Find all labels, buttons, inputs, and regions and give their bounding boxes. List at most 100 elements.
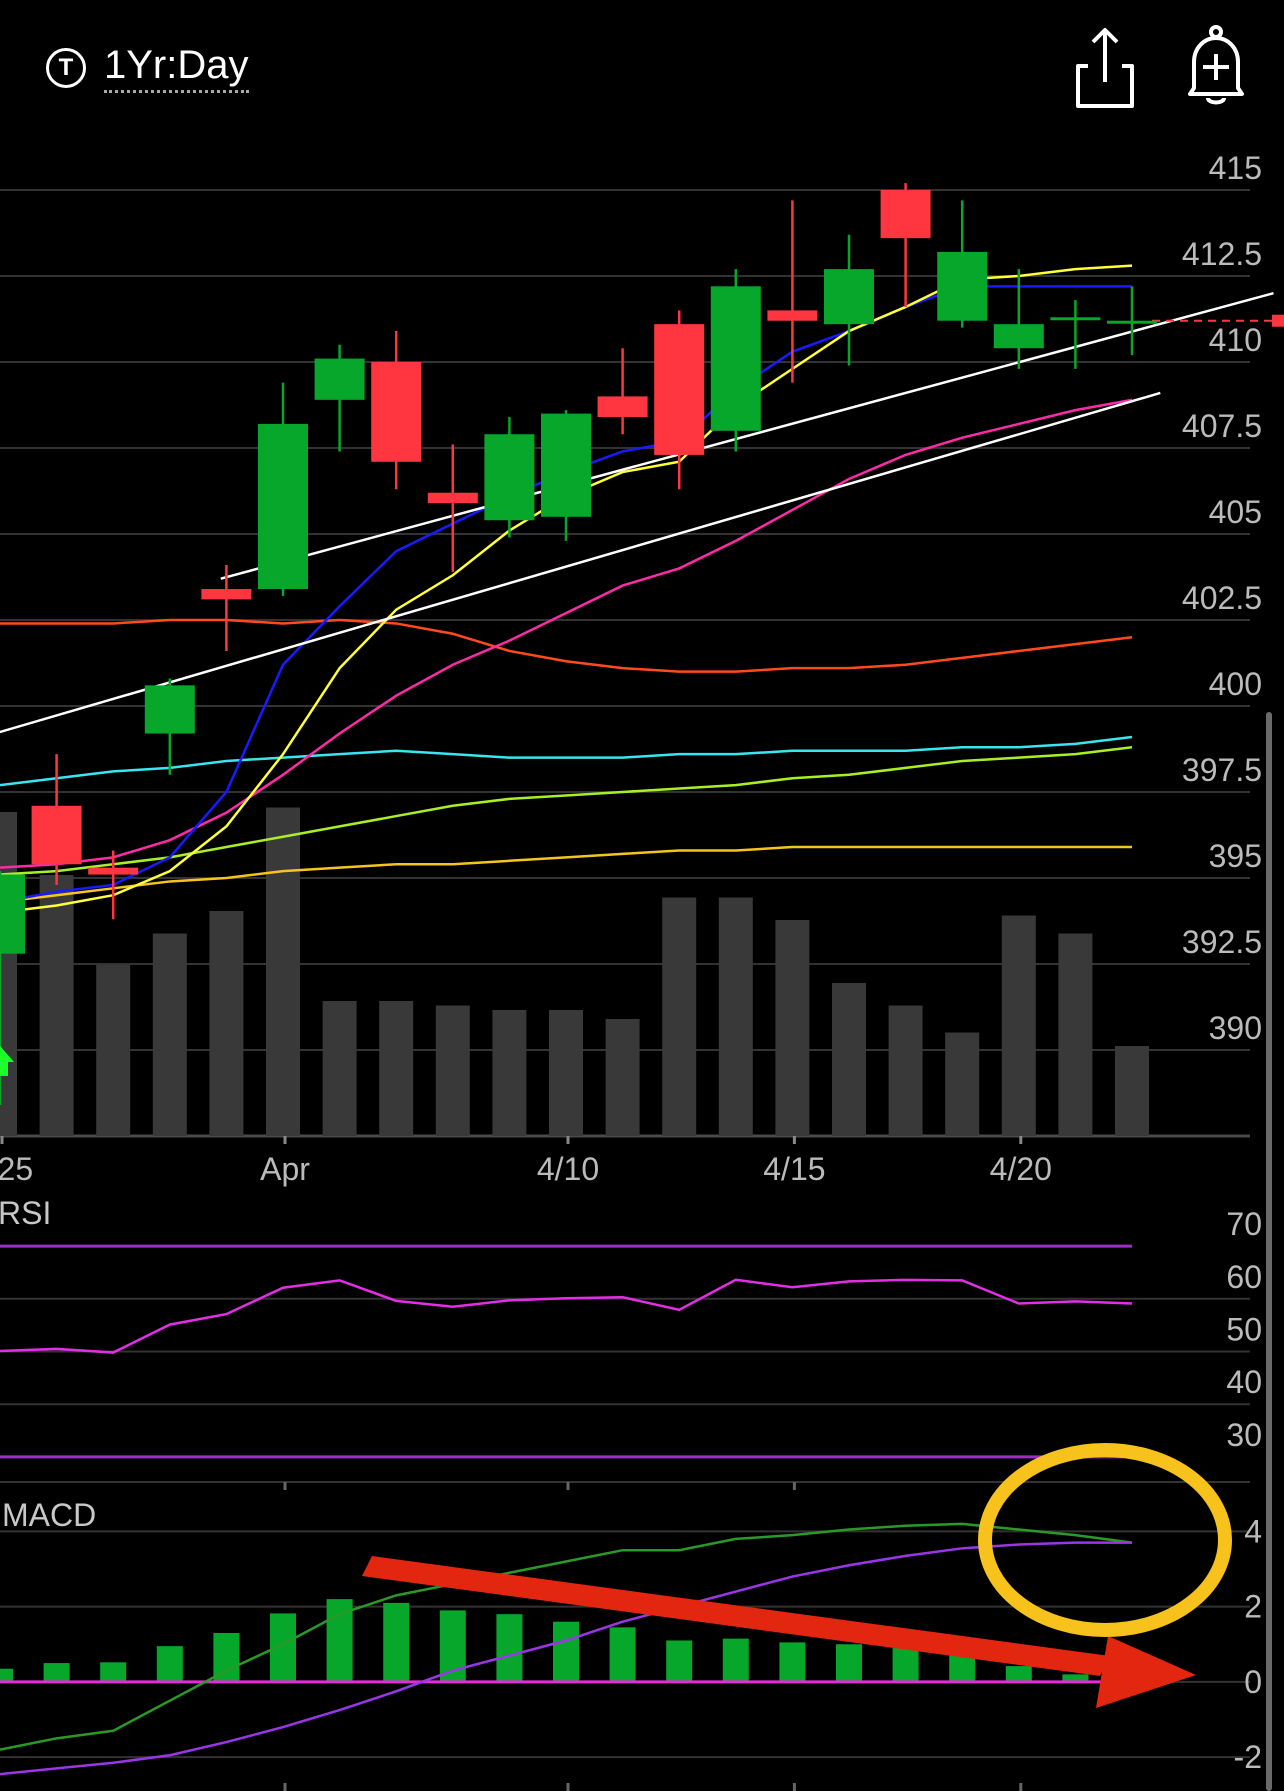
volume-bar [379, 1001, 414, 1136]
volume-bar [1058, 933, 1093, 1136]
volume-bar [266, 807, 300, 1136]
price-tick-label: 397.5 [1182, 752, 1262, 788]
macd-tick-label: -2 [1234, 1739, 1262, 1775]
volume-bar [945, 1032, 980, 1136]
rsi-tick-label: 40 [1226, 1364, 1262, 1400]
price-tick-label: 407.5 [1182, 408, 1262, 444]
macd-tick-label: 0 [1244, 1664, 1262, 1700]
candle-body [31, 805, 82, 865]
price-tick-label: 402.5 [1182, 580, 1262, 616]
date-tick-label: 4/15 [763, 1151, 825, 1187]
price-tick-label: 390 [1209, 1010, 1262, 1046]
macd-histogram-bar [0, 1668, 13, 1682]
candle-body [597, 396, 648, 418]
scrollbar[interactable] [1266, 712, 1272, 1791]
macd-panel: MACD -2 0 2 4 [0, 1497, 1262, 1791]
candle-body [314, 358, 365, 400]
macd-histogram-bar [43, 1663, 70, 1682]
volume-bar [605, 1019, 640, 1136]
volume-bar [0, 812, 17, 1136]
last-price-marker [1272, 314, 1284, 327]
downtrend-arrowhead [1096, 1636, 1196, 1708]
volume-bar [492, 1010, 527, 1136]
macd-histogram-bar [383, 1602, 410, 1682]
candle-body [710, 286, 761, 431]
candle-body [541, 413, 591, 517]
volume-bar [209, 911, 244, 1136]
period-type-icon: T [46, 48, 86, 88]
volume-bar [718, 897, 753, 1136]
price-tick-label: 415 [1209, 150, 1262, 186]
volume-bar [435, 1005, 470, 1136]
date-tick-label: Apr [260, 1151, 310, 1187]
candle-body [654, 324, 705, 455]
price-tick-label: 412.5 [1182, 236, 1262, 272]
price-tick-label: 405 [1209, 494, 1262, 530]
date-tick-label: 4/10 [537, 1151, 599, 1187]
candle-body [767, 310, 818, 321]
macd-histogram-bar [722, 1638, 749, 1682]
macd-histogram-bar [779, 1642, 806, 1682]
macd-histogram-bar [666, 1640, 693, 1682]
share-icon [1076, 28, 1134, 108]
volume-bar [1115, 1046, 1149, 1136]
alert-button[interactable] [1176, 24, 1256, 110]
bell-plus-icon [1188, 25, 1244, 105]
candle-body [937, 251, 988, 321]
rsi-panel: RSI 30 40 50 60 70 [0, 1195, 1262, 1490]
candle-body [484, 434, 535, 521]
volume-bar [549, 1010, 583, 1136]
rsi-tick-label: 50 [1226, 1312, 1262, 1348]
candle-body [824, 269, 874, 325]
macd-histogram-bar [553, 1621, 579, 1682]
rsi-tick-label: 60 [1226, 1259, 1262, 1295]
candle-body [88, 867, 139, 875]
candle-body [144, 685, 195, 734]
moving-average-line [0, 618, 1133, 673]
volume-bar [39, 875, 74, 1136]
rsi-tick-label: 70 [1226, 1206, 1262, 1242]
macd-histogram-bar [1005, 1666, 1032, 1682]
candle-body [1107, 320, 1157, 324]
candle-body [1050, 317, 1101, 321]
candle-body [427, 492, 478, 504]
date-tick-label: 4/20 [990, 1151, 1052, 1187]
macd-histogram-bar [609, 1627, 636, 1682]
date-tick-label: 3/25 [0, 1151, 33, 1187]
volume-bar [775, 920, 810, 1136]
volume-bar [322, 1001, 357, 1136]
candle-body [993, 324, 1044, 349]
rsi-title: RSI [0, 1195, 51, 1231]
rsi-tick-label: 30 [1226, 1417, 1262, 1453]
macd-tick-label: 2 [1244, 1589, 1262, 1625]
date-axis: 3/25 Apr 4/10 4/15 4/20 [0, 1136, 1052, 1187]
volume-bar [662, 897, 697, 1136]
macd-histogram-bar [156, 1646, 183, 1682]
candle-body [0, 874, 25, 954]
volume-bar [96, 965, 131, 1136]
moving-average-line [0, 845, 1132, 904]
price-tick-label: 400 [1209, 666, 1262, 702]
macd-histogram-bar [836, 1644, 862, 1682]
share-button[interactable] [1066, 24, 1146, 110]
candle-body [371, 362, 422, 462]
macd-histogram-bar [892, 1648, 919, 1682]
volume-bar [152, 933, 187, 1136]
period-label: 1Yr:Day [104, 43, 249, 93]
macd-histogram-bar [496, 1614, 523, 1682]
macd-tick-label: 4 [1244, 1513, 1262, 1549]
volume-bar [832, 983, 866, 1136]
price-tick-label: 395 [1209, 838, 1262, 874]
candle-body [258, 423, 308, 590]
period-selector-button[interactable]: T 1Yr:Day [46, 40, 249, 96]
rsi-line [0, 1278, 1133, 1354]
volume-bar [1001, 915, 1036, 1136]
top-bar: T 1Yr:Day [0, 0, 1284, 130]
volume-bar [888, 1005, 923, 1136]
candle-body [201, 589, 252, 600]
price-tick-label: 410 [1209, 322, 1262, 358]
stock-chart[interactable]: 390392.5395397.5400402.5405407.5410412.5… [0, 0, 1284, 1791]
macd-histogram-bar [100, 1662, 127, 1682]
candle-body [880, 190, 931, 239]
price-axis: 390 392.5 395 397.5 400 402.5 405 407.5 410 412.5… [1182, 150, 1262, 1046]
